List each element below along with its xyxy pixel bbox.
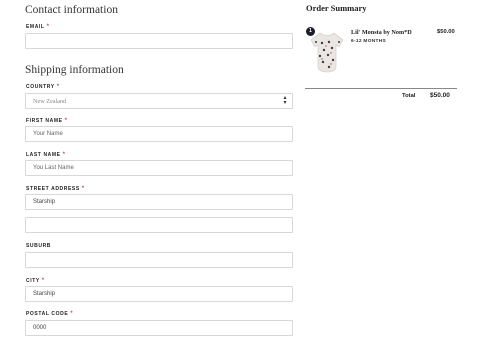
required-asterisk: * [62,152,66,158]
street-address-label-text: STREET ADDRESS [26,186,80,192]
summary-divider [305,88,457,89]
city-label: CITY * [26,278,45,284]
city-value: Starship [33,291,56,297]
product-variant: 6-12 MONTHS [351,39,387,44]
suburb-label: SUBURB [26,243,51,249]
country-label-text: COUNTRY [26,84,55,90]
first-name-label: FIRST NAME * [26,118,68,124]
last-name-label-text: LAST NAME [26,152,61,158]
country-label: COUNTRY * [26,84,60,90]
postal-code-label-text: POSTAL CODE [26,311,69,317]
total-value: $50.00 [430,92,450,99]
last-name-label: LAST NAME * [26,152,66,158]
order-summary-title: Order Summary [306,3,367,13]
required-asterisk: * [70,311,74,317]
product-thumbnail-image[interactable] [309,31,345,75]
required-asterisk: * [64,118,68,124]
quantity-badge: 1 [306,27,315,36]
postal-code-label: POSTAL CODE * [26,311,73,317]
first-name-label-text: FIRST NAME [26,118,63,124]
street-address-label: STREET ADDRESS * [26,186,85,192]
email-label: EMAIL * [26,24,50,30]
postal-code-field[interactable]: 0000 [25,320,293,336]
country-value: New Zealand [33,98,67,105]
first-name-field[interactable]: Your Name [25,126,293,142]
postal-code-value: 0000 [33,325,47,331]
last-name-placeholder: You Last Name [33,165,74,171]
select-arrows-icon: ▴ ▾ [283,95,287,106]
email-label-text: EMAIL [26,24,45,30]
suburb-field[interactable] [25,252,293,268]
shipping-heading: Shipping information [25,64,124,76]
required-asterisk: * [41,278,45,284]
city-label-text: CITY [26,278,40,284]
total-label: Total [402,93,416,99]
product-name: Lil' Monsta by Nom*D [351,29,412,36]
country-select[interactable]: New Zealand ▴ ▾ [25,93,293,109]
last-name-field[interactable]: You Last Name [25,160,293,176]
product-price: $50.00 [437,29,455,35]
first-name-placeholder: Your Name [33,131,63,137]
city-field[interactable]: Starship [25,286,293,302]
street-address-field[interactable]: Starship [25,194,293,210]
street-address-line2-field[interactable] [25,217,293,233]
required-asterisk: * [81,186,85,192]
street-address-value: Starship [33,199,56,205]
required-asterisk: * [56,84,60,90]
required-asterisk: * [46,24,50,30]
email-field[interactable] [25,33,293,49]
contact-heading: Contact information [25,4,118,16]
